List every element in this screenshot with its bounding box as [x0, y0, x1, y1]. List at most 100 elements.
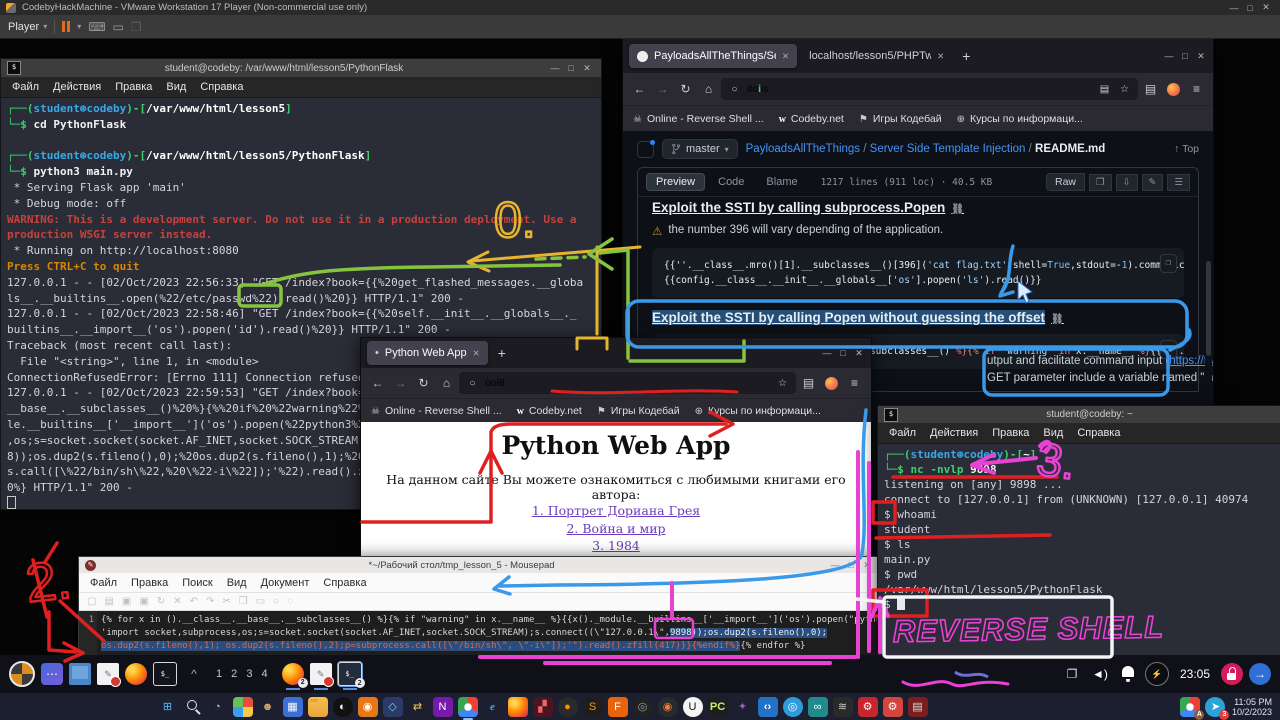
minimize-icon[interactable]: — [819, 348, 835, 358]
minimize-icon[interactable]: — [547, 63, 563, 73]
taskbar-app-arrows[interactable]: ⇄ [408, 697, 428, 717]
branch-selector[interactable]: master ▾ [662, 139, 738, 159]
minimize-icon[interactable]: — [1226, 3, 1242, 13]
app-menu-icon[interactable]: ≡ [1186, 82, 1207, 96]
code-block-subprocess[interactable]: ❐ {{''.__class__.mro()[1].__subclasses__… [652, 248, 1184, 298]
close-tab-icon[interactable]: ✕ [782, 51, 789, 62]
raw-button[interactable]: Raw [1046, 173, 1085, 191]
volume-icon[interactable]: ◄) [1089, 663, 1111, 685]
menu-item[interactable]: Файл [5, 81, 46, 93]
tray-chrome-icon[interactable]: A [1180, 697, 1200, 717]
file-explorer-icon[interactable] [308, 697, 328, 717]
close-tab-icon[interactable]: ✕ [937, 51, 944, 62]
breadcrumb[interactable]: PayloadsAllTheThings / Server Side Templ… [746, 143, 1106, 155]
pocket-icon[interactable]: ▤ [1140, 82, 1161, 96]
close-icon[interactable]: ✕ [1258, 2, 1274, 13]
terminal1-titlebar[interactable]: $ student@codeby: /var/www/html/lesson5/… [1, 59, 601, 77]
menu-item[interactable]: Файл [83, 577, 124, 589]
anchor-link-icon[interactable]: ⛓ [951, 204, 964, 215]
maximize-icon[interactable]: □ [1242, 3, 1258, 13]
mousepad-editor[interactable]: 1 {% for x in ().__class__.__base__.__su… [79, 611, 881, 660]
show-desktop-icon[interactable]: ⋯ [41, 663, 63, 685]
fullscreen-icon[interactable]: ▭ [113, 20, 124, 34]
menu-item[interactable]: Поиск [175, 577, 219, 589]
bookmark-item[interactable]: wCodeby.net [517, 405, 582, 417]
firefox-account-icon[interactable] [825, 377, 838, 390]
menu-item[interactable]: Вид [220, 577, 254, 589]
menu-item[interactable]: Правка [124, 577, 175, 589]
menu-item[interactable]: Справка [1070, 427, 1127, 439]
menu-item[interactable]: Файл [882, 427, 923, 439]
find-icon[interactable]: ○ [273, 596, 279, 607]
mousepad-window[interactable]: ✎ *~/Рабочий стол/tmp_lesson_5 - Mousepa… [78, 556, 882, 659]
bookmark-item[interactable]: ☠Online - Reverse Shell ... [371, 405, 502, 417]
terminal2-titlebar[interactable]: $ student@codeby: ~ [878, 406, 1280, 423]
vm-clock[interactable]: 23:05 [1180, 667, 1210, 681]
back-to-top-link[interactable]: ↑ Top [1174, 143, 1199, 155]
terminal-window-netcat[interactable]: $ student@codeby: ~ ФайлДействияПравкаВи… [877, 405, 1280, 662]
tab-localhost-phptwig[interactable]: localhost/lesson5/PHPTwigi ✕ [801, 44, 952, 68]
reload-icon[interactable]: ↻ [675, 82, 696, 96]
workspace-switcher[interactable]: 1 2 3 4 [216, 668, 271, 680]
shield-icon[interactable]: ○ [465, 378, 480, 389]
fl-studio-icon[interactable]: ● [558, 697, 578, 717]
menu-item[interactable]: Правка [108, 81, 159, 93]
taskbar-app-f-book[interactable]: F [608, 697, 628, 717]
menu-item[interactable]: Справка [316, 577, 373, 589]
menu-item[interactable]: Действия [923, 427, 985, 439]
bookmark-star-icon[interactable]: ☆ [1117, 84, 1132, 95]
minimize-icon[interactable]: — [827, 560, 843, 570]
book-links[interactable]: 1. Портрет Дориана Грея2. Война и мир3. … [361, 502, 871, 555]
taskbar-app-tiles[interactable] [233, 697, 253, 717]
close-tab-icon[interactable]: ✕ [473, 348, 480, 359]
vscode-icon[interactable]: ‹› [758, 697, 778, 717]
vmware-app-icon[interactable]: ◇ [383, 697, 403, 717]
bookmark-item[interactable]: ⚑Игры Кодебай [859, 113, 942, 125]
firefox-window-button[interactable]: 2 [282, 663, 304, 685]
close-icon[interactable]: ✕ [579, 63, 595, 74]
open-file-icon[interactable]: ▤ [104, 596, 113, 607]
taskbar-app-teal[interactable]: ∞ [808, 697, 828, 717]
copy-code-icon[interactable]: ❐ [1160, 254, 1177, 273]
tab-blame[interactable]: Blame [757, 174, 806, 190]
pocket-icon[interactable]: ▤ [798, 376, 819, 390]
close-file-icon[interactable]: ✕ [173, 596, 181, 607]
mousepad-window-button[interactable]: ✎ [310, 663, 332, 685]
mousepad-launcher-icon[interactable]: ✎ [97, 663, 119, 685]
home-icon[interactable]: ⌂ [698, 82, 719, 96]
visual-studio-icon[interactable]: ✦ [733, 697, 753, 717]
bookmark-star-icon[interactable]: ☆ [775, 378, 790, 389]
menu-item[interactable]: Документ [254, 577, 317, 589]
forward-icon[interactable]: → [390, 376, 411, 390]
anchor-link-icon[interactable]: ⛓ [1051, 314, 1064, 325]
maximize-icon[interactable]: □ [835, 348, 851, 358]
new-tab-button[interactable]: + [490, 345, 514, 361]
unreal-engine-icon[interactable]: U [683, 697, 703, 717]
chevron-down-icon[interactable]: ▾ [77, 22, 81, 31]
taskbar-app-red-gear2[interactable]: ⚙ [883, 697, 903, 717]
taskbar-app-wings[interactable]: ≋ [833, 697, 853, 717]
forward-icon[interactable]: → [652, 82, 673, 96]
onenote-icon[interactable]: N [433, 697, 453, 717]
redo-icon[interactable]: ↷ [206, 596, 214, 607]
start-button[interactable]: ⊞ [158, 697, 178, 717]
tab-code[interactable]: Code [709, 174, 753, 190]
payload-code[interactable]: {% for x in ().__class__.__base__.__subc… [97, 611, 881, 660]
show-windows-icon[interactable]: ❐ [1061, 663, 1083, 685]
menu-item[interactable]: Справка [193, 81, 250, 93]
new-tab-button[interactable]: + [954, 48, 978, 64]
undo-icon[interactable]: ↶ [190, 596, 198, 607]
taskbar-app-person[interactable]: ☻ [258, 697, 278, 717]
back-icon[interactable]: ← [629, 82, 650, 96]
taskbar-app-gpu[interactable]: ▤ [908, 697, 928, 717]
edge-icon[interactable]: e [483, 697, 503, 717]
edit-icon[interactable]: ✎ [1142, 174, 1164, 191]
close-icon[interactable]: ✕ [859, 560, 875, 571]
menu-item[interactable]: Вид [159, 81, 193, 93]
taskbar-app-orange-shell[interactable]: ◉ [358, 697, 378, 717]
file-manager-icon[interactable] [69, 663, 91, 685]
blender-icon[interactable]: ◉ [658, 697, 678, 717]
minimize-icon[interactable]: — [1161, 51, 1177, 61]
close-icon[interactable]: ✕ [1193, 51, 1209, 62]
firefox-icon[interactable] [508, 697, 528, 717]
